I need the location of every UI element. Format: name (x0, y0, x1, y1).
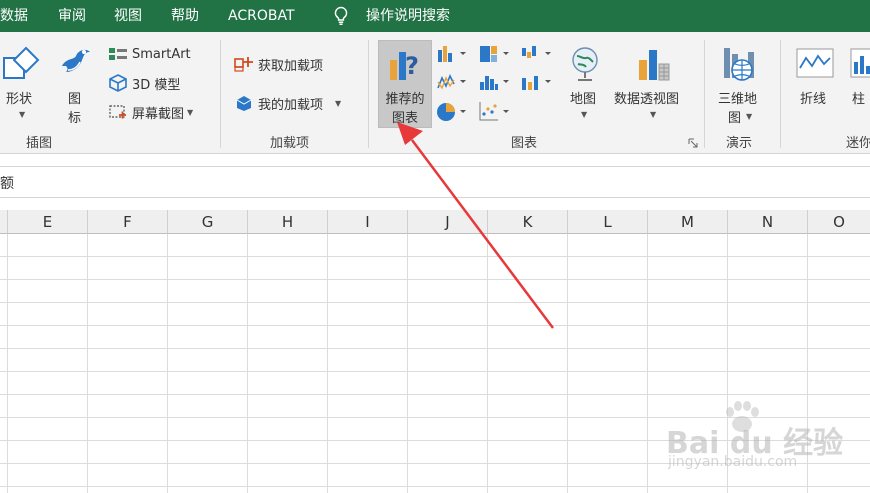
maps-label[interactable]: 地图 (570, 88, 596, 107)
smartart-label: SmartArt (132, 46, 191, 62)
sparkline-column-icon[interactable] (850, 48, 870, 78)
store-icon (234, 57, 253, 72)
pivot-chart-dropdown-icon[interactable]: ▼ (650, 110, 656, 119)
screenshot-button[interactable]: 屏幕截图 ▼ (108, 101, 193, 123)
separator (220, 40, 221, 148)
3d-map-label-line1[interactable]: 三维地 (718, 88, 757, 107)
sparklines-group-label: 迷你 (846, 136, 870, 151)
combo-chart-icon[interactable] (520, 72, 554, 92)
pivot-chart-icon[interactable] (633, 44, 673, 84)
formula-content[interactable]: 额 (0, 173, 14, 193)
screenshot-dropdown-icon[interactable]: ▼ (187, 108, 193, 117)
formula-bar[interactable]: 额 (0, 166, 870, 198)
3d-map-dropdown-icon[interactable]: ▼ (746, 112, 752, 121)
statistic-chart-icon[interactable] (478, 72, 512, 92)
map-chart-icon[interactable] (568, 44, 602, 84)
column-chart-icon[interactable] (436, 44, 468, 64)
menu-acrobat[interactable]: ACROBAT (228, 0, 295, 32)
column-header-f[interactable]: F (88, 210, 168, 234)
shapes-dropdown-icon[interactable]: ▼ (19, 110, 25, 119)
maps-dropdown-icon[interactable]: ▼ (581, 110, 587, 119)
separator (780, 40, 781, 148)
column-header-o[interactable]: O (808, 210, 870, 234)
column-header-m[interactable]: M (648, 210, 728, 234)
illustrations-group-label: 插图 (26, 136, 53, 151)
screenshot-icon (109, 105, 126, 119)
shapes-icon[interactable] (2, 44, 42, 84)
pivot-chart-label[interactable]: 数据透视图 (614, 88, 679, 107)
dialog-launcher-icon[interactable] (688, 138, 698, 148)
hierarchy-chart-icon[interactable] (478, 44, 512, 64)
my-addins-dropdown-icon[interactable]: ▼ (335, 99, 341, 108)
recommended-charts-label-line1: 推荐的 (385, 92, 425, 107)
menu-review[interactable]: 审阅 (58, 0, 86, 32)
tell-me-search[interactable]: 操作说明搜索 (366, 0, 450, 32)
watermark-url: jingyan.baidu.com (668, 454, 798, 470)
scatter-chart-icon[interactable] (478, 100, 512, 124)
separator (704, 40, 705, 148)
recommended-charts-label-line2: 图表 (391, 111, 418, 126)
my-addins-icon (236, 96, 252, 111)
charts-group-label: 图表 (511, 136, 538, 151)
line-chart-icon[interactable] (436, 72, 468, 92)
smartart-button[interactable]: SmartArt (108, 43, 191, 65)
column-header-k[interactable]: K (488, 210, 568, 234)
column-header-partial[interactable] (0, 210, 8, 234)
menu-view[interactable]: 视图 (114, 0, 142, 32)
get-addins-label: 获取加载项 (258, 58, 324, 74)
lightbulb-icon[interactable] (332, 6, 350, 26)
svg-text:?: ? (405, 52, 419, 80)
ribbon: 形状 ▼ 图 标 SmartArt 3D 模型 屏幕截图 ▼ 插图 获取加载项 … (0, 32, 870, 154)
shapes-label[interactable]: 形状 (6, 88, 32, 107)
addins-group-label: 加载项 (270, 136, 310, 151)
column-header-i[interactable]: I (328, 210, 408, 234)
menu-data[interactable]: 数据 (0, 0, 28, 32)
pie-chart-icon[interactable] (436, 100, 468, 124)
watermark: Bai du 经验 jingyan.baidu.com (660, 400, 843, 480)
screenshot-label: 屏幕截图 (132, 106, 185, 122)
column-header-j[interactable]: J (408, 210, 488, 234)
sparkline-column-label[interactable]: 柱 (852, 88, 865, 107)
get-addins-button[interactable]: 获取加载项 (234, 53, 323, 75)
smartart-icon (109, 48, 127, 60)
3d-map-icon[interactable] (720, 44, 760, 84)
separator (368, 40, 369, 148)
cube-icon (109, 74, 127, 92)
column-header-l[interactable]: L (568, 210, 648, 234)
icons-label-line1[interactable]: 图 (68, 88, 81, 107)
recommended-charts-icon[interactable]: ? (388, 46, 424, 82)
icons-label-line2[interactable]: 标 (68, 107, 81, 126)
3d-model-button[interactable]: 3D 模型 (108, 72, 180, 94)
column-header-n[interactable]: N (728, 210, 808, 234)
3d-map-label-line2[interactable]: 图 (728, 107, 741, 126)
sparkline-line-label[interactable]: 折线 (800, 88, 826, 107)
menu-bar: 数据 审阅 视图 帮助 ACROBAT 操作说明搜索 (0, 0, 870, 32)
my-addins-label: 我的加载项 (258, 97, 324, 113)
3d-model-label: 3D 模型 (132, 77, 181, 93)
sparkline-line-icon[interactable] (796, 48, 834, 78)
column-header-g[interactable]: G (168, 210, 248, 234)
tours-group-label: 演示 (726, 136, 753, 151)
waterfall-chart-icon[interactable] (520, 44, 554, 64)
icons-icon[interactable] (58, 44, 94, 84)
column-header-e[interactable]: E (8, 210, 88, 234)
column-header-h[interactable]: H (248, 210, 328, 234)
my-addins-button[interactable]: 我的加载项 ▼ (234, 92, 341, 114)
menu-help[interactable]: 帮助 (171, 0, 199, 32)
